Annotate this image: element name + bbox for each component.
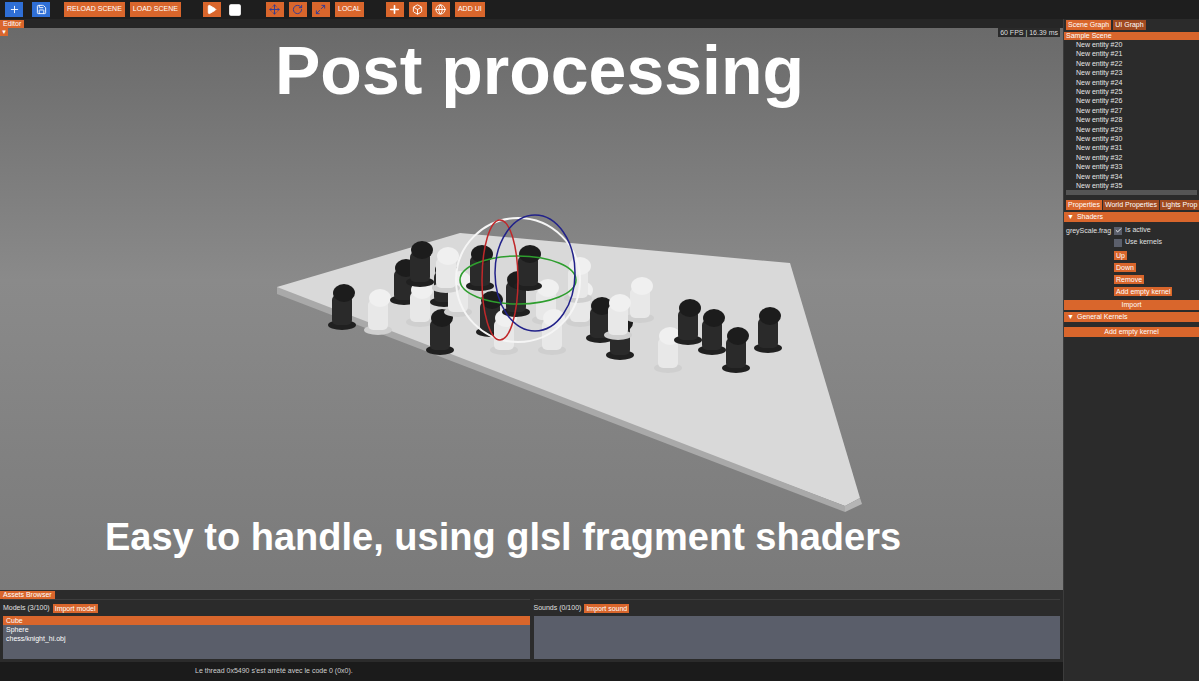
checkbox-row[interactable]: Use kernels <box>1114 237 1172 248</box>
checkbox[interactable] <box>1114 239 1122 247</box>
tab[interactable]: Properties <box>1066 200 1102 210</box>
asset-item[interactable]: chess/knight_hi.obj <box>3 634 530 643</box>
tab[interactable]: Lights Prop <box>1160 200 1199 210</box>
models-panel: Models (3/100)Import modelCubeSphereches… <box>3 599 530 659</box>
entity-item[interactable]: New entity #26 <box>1076 96 1199 105</box>
rotate-button[interactable] <box>289 2 307 17</box>
shader-button[interactable]: Add empty kernel <box>1114 287 1172 296</box>
scale-button[interactable] <box>312 2 330 17</box>
tab[interactable]: Scene Graph <box>1066 20 1111 30</box>
viewport[interactable]: 60 FPS | 16.39 ms Post processing Easy to … <box>0 28 1063 590</box>
scene-tabs: Scene GraphUI Graph <box>1064 20 1199 30</box>
toolbar: RELOAD SCENE LOAD SCENE LOCAL ADD UI <box>0 0 1199 19</box>
scene-render-icon <box>0 28 1063 590</box>
entity-item[interactable]: New entity #32 <box>1076 153 1199 162</box>
assets-browser: Assets BrowserModels (3/100)Import model… <box>0 590 1063 662</box>
shader-button[interactable]: Down <box>1114 263 1136 272</box>
scale-icon <box>315 4 326 15</box>
console: Le thread 0x5490 s'est arrêté avec le co… <box>0 662 1063 681</box>
translate-icon <box>269 4 280 15</box>
entity-list: New entity #20New entity #21New entity #… <box>1064 40 1199 190</box>
asset-list <box>534 616 1061 659</box>
entity-item[interactable]: New entity #30 <box>1076 134 1199 143</box>
stop-button[interactable] <box>226 2 244 17</box>
entity-item[interactable]: New entity #25 <box>1076 87 1199 96</box>
checkbox[interactable] <box>1114 227 1122 235</box>
add-mesh-button[interactable] <box>409 2 427 17</box>
entity-item[interactable]: New entity #27 <box>1076 106 1199 115</box>
sounds-panel: Sounds (0/100)Import sound <box>534 599 1061 659</box>
overlay-subtitle: Easy to handle, using glsl fragment shad… <box>105 515 901 561</box>
scrollbar[interactable] <box>1066 190 1197 195</box>
entity-item[interactable]: New entity #29 <box>1076 125 1199 134</box>
rotate-icon <box>292 4 303 15</box>
scene-button[interactable]: LOAD SCENE <box>130 2 181 17</box>
entity-item[interactable]: New entity #28 <box>1076 115 1199 124</box>
shader-button[interactable]: Remove <box>1114 275 1144 284</box>
play-button[interactable] <box>203 2 221 17</box>
mesh-icon <box>412 4 423 15</box>
add-sphere-button[interactable] <box>432 2 450 17</box>
collapse-toggle[interactable]: ▼ <box>0 28 8 36</box>
assets-tab[interactable]: Assets Browser <box>0 591 55 599</box>
right-panel: Scene GraphUI GraphSample SceneNew entit… <box>1063 19 1199 681</box>
tab[interactable]: UI Graph <box>1113 20 1145 30</box>
scene-header[interactable]: Sample Scene <box>1064 32 1199 40</box>
entity-item[interactable]: New entity #31 <box>1076 143 1199 152</box>
sphere-icon <box>435 4 446 15</box>
shader-name[interactable]: greyScale.frag <box>1066 225 1114 296</box>
scene-button[interactable]: RELOAD SCENE <box>64 2 125 17</box>
entity-item[interactable]: New entity #35 <box>1076 181 1199 190</box>
new-button[interactable] <box>5 2 23 17</box>
editor-window: RELOAD SCENELOAD SCENELOCALADD UIEditor▼… <box>0 0 1199 681</box>
entity-item[interactable]: New entity #33 <box>1076 162 1199 171</box>
check-icon <box>1115 227 1122 234</box>
translate-button[interactable] <box>266 2 284 17</box>
save-button[interactable] <box>32 2 50 17</box>
fps-counter: 60 FPS | 16.39 ms <box>998 28 1060 37</box>
import-button[interactable]: Import sound <box>584 604 629 613</box>
stop-icon <box>228 3 242 17</box>
space-button[interactable]: LOCAL <box>335 2 364 17</box>
import-button[interactable]: Import model <box>53 604 98 613</box>
asset-list: CubeSpherechess/knight_hi.obj <box>3 616 530 659</box>
add-kernel-button[interactable]: Add empty kernel <box>1064 327 1199 337</box>
kernels-header[interactable]: ▼General Kernels <box>1064 312 1199 322</box>
save-icon <box>36 4 47 15</box>
import-button[interactable]: Import <box>1064 300 1199 310</box>
checkbox-row[interactable]: Is active <box>1114 225 1172 236</box>
shaders-header[interactable]: ▼Shaders <box>1064 212 1199 222</box>
entity-item[interactable]: New entity #24 <box>1076 78 1199 87</box>
property-tabs: PropertiesWorld PropertiesLights Prop <box>1064 200 1199 210</box>
editor-tab[interactable]: Editor <box>0 20 24 28</box>
plus-icon <box>9 4 20 15</box>
asset-item[interactable]: Sphere <box>3 625 530 634</box>
asset-item[interactable]: Cube <box>3 616 530 625</box>
entity-item[interactable]: New entity #21 <box>1076 49 1199 58</box>
entity-item[interactable]: New entity #20 <box>1076 40 1199 49</box>
entity-item[interactable]: New entity #22 <box>1076 59 1199 68</box>
add-ui-button[interactable]: ADD UI <box>455 2 485 17</box>
overlay-title: Post processing <box>275 30 804 112</box>
entity-item[interactable]: New entity #23 <box>1076 68 1199 77</box>
entity-item[interactable]: New entity #34 <box>1076 172 1199 181</box>
tab[interactable]: World Properties <box>1103 200 1159 210</box>
add-entity-button[interactable] <box>386 2 404 17</box>
shader-button[interactable]: Up <box>1114 251 1127 260</box>
shader-item: greyScale.fragIs activeUse kernels Up Down… <box>1064 225 1199 296</box>
plus-icon <box>388 3 401 16</box>
play-icon <box>206 4 217 15</box>
